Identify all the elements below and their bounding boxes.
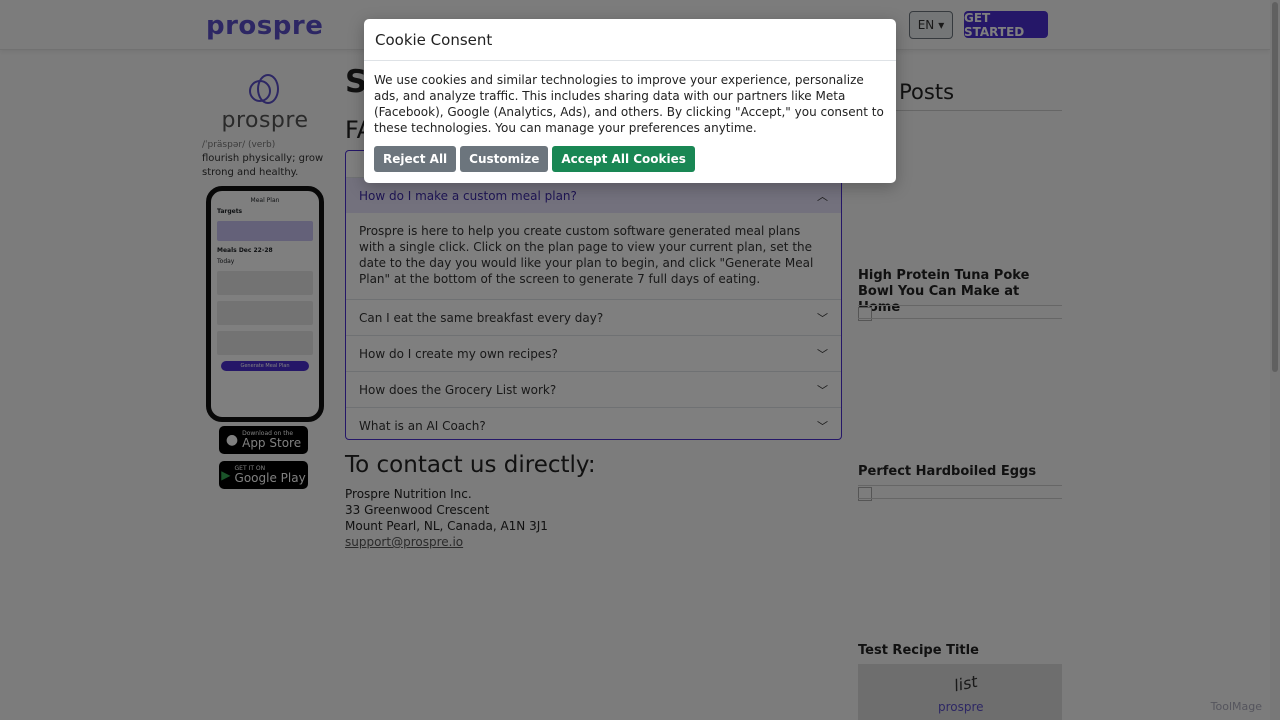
customize-button[interactable]: Customize	[460, 146, 549, 172]
modal-title: Cookie Consent	[364, 19, 896, 61]
reject-all-button[interactable]: Reject All	[374, 146, 457, 172]
cookie-message: We use cookies and similar technologies …	[374, 73, 884, 135]
cookie-consent-modal: Cookie Consent We use cookies and simila…	[364, 19, 896, 183]
accept-all-cookies-button[interactable]: Accept All Cookies	[552, 146, 695, 172]
modal-body: We use cookies and similar technologies …	[364, 61, 896, 172]
cookie-button-row: Reject All Customize Accept All Cookies	[374, 146, 886, 172]
